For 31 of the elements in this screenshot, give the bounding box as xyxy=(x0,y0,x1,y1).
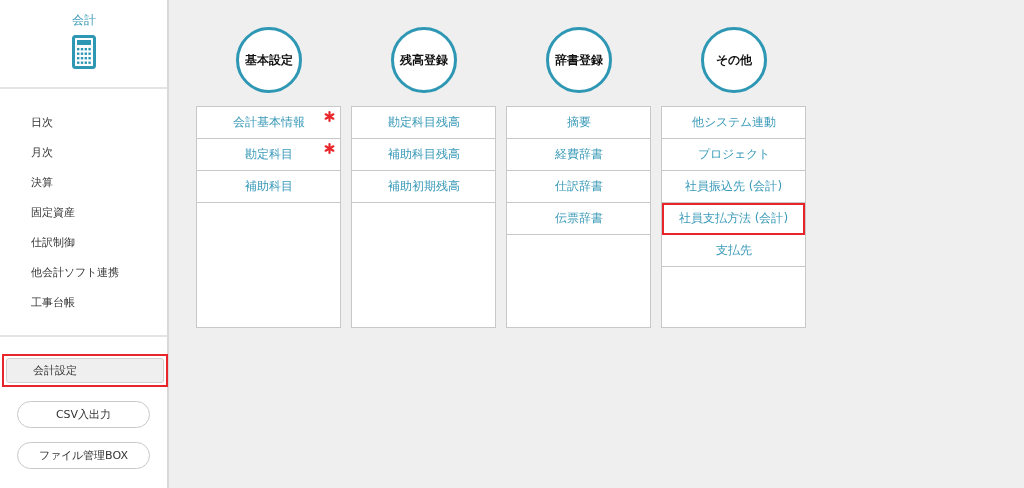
sidebar-button[interactable]: ファイル管理BOX xyxy=(17,442,150,469)
menu-link[interactable]: 社員振込先 (会計) xyxy=(662,171,805,203)
nav-item[interactable]: 他会計ソフト連携 xyxy=(31,263,167,282)
nav-item[interactable]: 仕訳制御 xyxy=(31,233,167,252)
app-title: 会計 xyxy=(71,12,96,29)
menu-link[interactable]: 社員支払方法 (会計) xyxy=(662,203,805,235)
nav-item[interactable]: 固定資産 xyxy=(31,203,167,222)
menu-link[interactable]: 他システム連動 xyxy=(662,107,805,139)
menu-link[interactable]: 補助初期残高 xyxy=(352,171,495,203)
menu-link[interactable]: 勘定科目 xyxy=(197,139,340,171)
menu-link[interactable]: 仕訳辞書 xyxy=(507,171,650,203)
category-heading: 基本設定 xyxy=(235,27,302,93)
menu-link[interactable]: 摘要 xyxy=(507,107,650,139)
menu-link[interactable]: 伝票辞書 xyxy=(507,203,650,235)
nav-item[interactable]: 決算 xyxy=(31,173,167,192)
menu-link[interactable]: 支払先 xyxy=(662,235,805,267)
menu-link[interactable]: 勘定科目残高 xyxy=(352,107,495,139)
nav-item[interactable]: 日次 xyxy=(31,113,167,132)
category-heading: 残高登録 xyxy=(390,27,457,93)
nav-item[interactable]: 会計設定 xyxy=(6,358,164,383)
sidebar-button[interactable]: CSV入出力 xyxy=(17,401,150,428)
menu-link[interactable]: 経費辞書 xyxy=(507,139,650,171)
category-heading: 辞書登録 xyxy=(545,27,612,93)
menu-link[interactable]: プロジェクト xyxy=(662,139,805,171)
menu-link[interactable]: 会計基本情報 xyxy=(197,107,340,139)
calculator-icon xyxy=(71,35,96,69)
nav-item[interactable]: 月次 xyxy=(31,143,167,162)
menu-link[interactable]: 補助科目残高 xyxy=(352,139,495,171)
category-heading: その他 xyxy=(700,27,767,93)
nav-item[interactable]: 工事台帳 xyxy=(31,293,167,312)
menu-link[interactable]: 補助科目 xyxy=(197,171,340,203)
